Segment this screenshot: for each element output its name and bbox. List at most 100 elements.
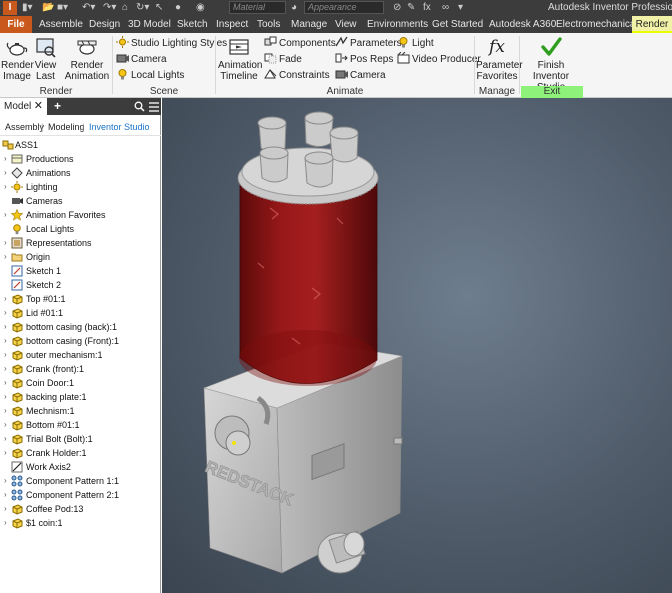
animate-panel-label[interactable]: Animate (216, 86, 474, 98)
local-lights-button[interactable]: Local Lights (116, 68, 184, 82)
tab-environments[interactable]: Environments (365, 16, 430, 33)
expand-caret-icon[interactable]: › (4, 250, 10, 264)
expand-caret-icon[interactable]: › (4, 362, 10, 376)
tree-node[interactable]: › Mechnism:1 (0, 404, 161, 418)
view-last-button[interactable]: View Last (33, 36, 58, 82)
clear-appearance-icon[interactable]: ⊘ (393, 2, 401, 14)
render-image-button[interactable]: Render Image (1, 36, 34, 82)
expand-caret-icon[interactable]: › (4, 390, 10, 404)
tree-node[interactable]: › Coffee Pod:13 (0, 502, 161, 516)
expand-caret-icon[interactable]: › (4, 432, 10, 446)
animation-timeline-button[interactable]: Animation Timeline (218, 36, 262, 82)
tree-node[interactable]: › Coin Door:1 (0, 376, 161, 390)
finish-inventor-studio-button[interactable]: Finish Inventor Studio (521, 36, 581, 93)
tree-node[interactable]: Sketch 2 (0, 278, 161, 292)
appearance-sphere-icon[interactable]: ● (175, 2, 181, 14)
tree-node[interactable]: › Lid #01:1 (0, 306, 161, 320)
parameter-favorites-button[interactable]: fx Parameter Favorites (476, 36, 523, 82)
measure-icon[interactable]: ∞ (442, 2, 449, 14)
expand-caret-icon[interactable]: › (4, 334, 10, 348)
tree-node[interactable]: › bottom casing (Front):1 (0, 334, 161, 348)
tree-node[interactable]: › bottom casing (back):1 (0, 320, 161, 334)
expand-caret-icon[interactable]: › (4, 516, 10, 530)
tree-node[interactable]: Local Lights (0, 222, 161, 236)
expand-caret-icon[interactable]: › (4, 180, 10, 194)
tree-root-node[interactable]: ASS1 (0, 138, 161, 152)
tree-node[interactable]: › Component Pattern 2:1 (0, 488, 161, 502)
scene-camera-button[interactable]: Camera (116, 52, 167, 66)
tree-node[interactable]: › Bottom #01:1 (0, 418, 161, 432)
update-icon[interactable]: ↻▾ (136, 2, 149, 14)
render-panel-label[interactable]: Render (0, 86, 112, 98)
close-icon[interactable]: ✕ (34, 98, 43, 115)
tree-node[interactable]: › Crank Holder:1 (0, 446, 161, 460)
mode-modeling[interactable]: Modeling (48, 118, 85, 136)
expand-caret-icon[interactable]: › (4, 152, 10, 166)
animate-camera-button[interactable]: Camera (335, 68, 386, 82)
expand-caret-icon[interactable]: › (4, 306, 10, 320)
tab-get-started[interactable]: Get Started (430, 16, 485, 33)
tree-node[interactable]: Work Axis2 (0, 460, 161, 474)
tree-node[interactable]: › Animation Favorites (0, 208, 161, 222)
expand-caret-icon[interactable]: › (4, 418, 10, 432)
fx-icon[interactable]: fx (423, 2, 431, 14)
tree-node[interactable]: › Crank (front):1 (0, 362, 161, 376)
expand-caret-icon[interactable]: › (4, 320, 10, 334)
studio-lighting-styles-button[interactable]: Studio Lighting Styles (116, 36, 227, 50)
tree-node[interactable]: › Animations (0, 166, 161, 180)
tree-node[interactable]: › Component Pattern 1:1 (0, 474, 161, 488)
tree-node[interactable]: › backing plate:1 (0, 390, 161, 404)
animate-parameters-button[interactable]: Parameters (335, 36, 402, 50)
tree-node[interactable]: › outer mechanism:1 (0, 348, 161, 362)
hamburger-menu-icon[interactable] (149, 98, 159, 115)
render-animation-button[interactable]: Render Animation (64, 36, 110, 82)
exit-panel-label[interactable]: Exit (521, 86, 583, 98)
save-icon[interactable]: ■▾ (57, 2, 68, 14)
expand-caret-icon[interactable]: › (4, 446, 10, 460)
tree-node[interactable]: › Representations (0, 236, 161, 250)
tree-node[interactable]: Sketch 1 (0, 264, 161, 278)
tree-node[interactable]: › Lighting (0, 180, 161, 194)
expand-caret-icon[interactable]: › (4, 236, 10, 250)
tree-node[interactable]: › Top #01:1 (0, 292, 161, 306)
expand-caret-icon[interactable]: › (4, 348, 10, 362)
tab-design[interactable]: Design (87, 16, 122, 33)
home-icon[interactable]: ⌂ (122, 2, 128, 14)
expand-caret-icon[interactable]: › (4, 404, 10, 418)
expand-caret-icon[interactable]: › (4, 474, 10, 488)
redo-icon[interactable]: ↷▾ (103, 2, 116, 14)
tree-node[interactable]: › Origin (0, 250, 161, 264)
coffee-dispenser-model[interactable]: REDSTACK (162, 98, 672, 593)
add-browser-tab-icon[interactable]: + (54, 98, 64, 115)
tab-manage[interactable]: Manage (289, 16, 329, 33)
tab-3d-model[interactable]: 3D Model (126, 16, 173, 33)
undo-icon[interactable]: ↶▾ (82, 2, 95, 14)
tab-tools[interactable]: Tools (255, 16, 282, 33)
open-folder-icon[interactable]: 📂 (42, 2, 54, 14)
expand-caret-icon[interactable]: › (4, 208, 10, 222)
tab-file[interactable]: File (0, 16, 32, 33)
tree-node[interactable]: › Productions (0, 152, 161, 166)
expand-caret-icon[interactable]: › (4, 488, 10, 502)
scene-panel-label[interactable]: Scene (113, 86, 215, 98)
tab-sketch[interactable]: Sketch (175, 16, 210, 33)
animate-constraints-button[interactable]: Constraints (264, 68, 330, 82)
tree-node[interactable]: › Trial Bolt (Bolt):1 (0, 432, 161, 446)
graphics-viewport[interactable]: REDSTACK (162, 98, 672, 593)
mode-assembly[interactable]: Assembly (5, 118, 44, 136)
tab-view[interactable]: View (333, 16, 359, 33)
animate-fade-button[interactable]: Fade (264, 52, 302, 66)
tab-render[interactable]: Render (632, 16, 672, 33)
tab-autodesk-a360[interactable]: Autodesk A360 (487, 16, 558, 33)
new-file-icon[interactable]: ▮▾ (22, 2, 33, 14)
animate-light-button[interactable]: Light (397, 36, 434, 50)
animate-components-button[interactable]: Components (264, 36, 336, 50)
manage-panel-label[interactable]: Manage (475, 86, 519, 98)
color-wheel-icon[interactable]: ◕ (291, 2, 297, 14)
tab-electromechanical[interactable]: Electromechanical (554, 16, 640, 33)
expand-caret-icon[interactable]: › (4, 166, 10, 180)
video-producer-button[interactable]: Video Producer (397, 52, 481, 66)
inventor-logo[interactable]: I (3, 1, 17, 15)
appearance-dropdown[interactable]: Appearance (304, 1, 384, 14)
expand-caret-icon[interactable]: › (4, 502, 10, 516)
